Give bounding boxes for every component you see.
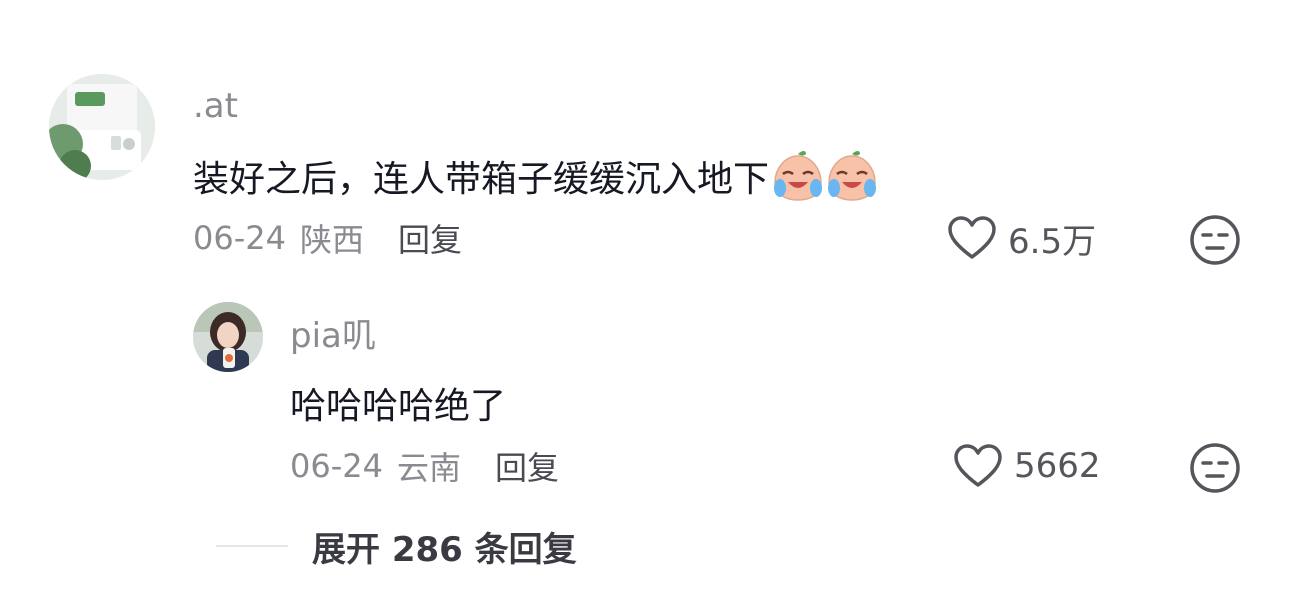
- username[interactable]: pia叽: [290, 316, 376, 356]
- avatar[interactable]: [49, 74, 155, 180]
- unamused-face-icon: [1190, 215, 1240, 265]
- dislike-button[interactable]: [1189, 442, 1241, 498]
- comment-text-row: 哈哈哈哈绝了: [290, 378, 506, 428]
- crying-laughing-emoji: [774, 151, 877, 201]
- unamused-face-icon: [1190, 443, 1240, 493]
- comment-location: 云南: [396, 449, 461, 487]
- like-count: 5662: [1014, 446, 1101, 486]
- comment-date: 06-24: [290, 447, 383, 485]
- divider-line: [216, 545, 288, 547]
- comment-location: 陕西: [299, 221, 364, 259]
- heart-outline-icon: [954, 444, 1002, 487]
- like-button[interactable]: 5662: [952, 440, 1101, 492]
- comment-text-row: 装好之后，连人带箱子缓缓沉入地下: [193, 150, 879, 202]
- reply-item: pia叽 哈哈哈哈绝了 06-24 云南 回复 5662: [0, 290, 1290, 510]
- reply-button[interactable]: 回复: [495, 443, 559, 489]
- comment-meta: 06-24 云南 回复: [290, 444, 559, 488]
- avatar-image: [49, 74, 155, 180]
- expand-replies-button[interactable]: 展开 286 条回复: [216, 520, 577, 572]
- reply-button[interactable]: 回复: [398, 215, 462, 261]
- comment-text: 哈哈哈哈绝了: [290, 386, 507, 427]
- comment-item: .at 装好之后，连人带箱子缓缓沉入地下 06-24 陕西 回复 6.5万: [0, 0, 1290, 270]
- comment-text: 装好之后，连人带箱子缓缓沉入地下: [193, 159, 770, 200]
- comment-date: 06-24: [193, 219, 286, 257]
- avatar[interactable]: [193, 302, 263, 372]
- dislike-button[interactable]: [1189, 214, 1241, 270]
- heart-outline-icon: [948, 216, 996, 259]
- username[interactable]: .at: [193, 86, 238, 126]
- like-count: 6.5万: [1008, 221, 1097, 262]
- comment-meta: 06-24 陕西 回复: [193, 216, 462, 260]
- avatar-image: [193, 302, 263, 372]
- like-button[interactable]: 6.5万: [946, 212, 1096, 264]
- expand-replies-label: 展开 286 条回复: [312, 529, 577, 570]
